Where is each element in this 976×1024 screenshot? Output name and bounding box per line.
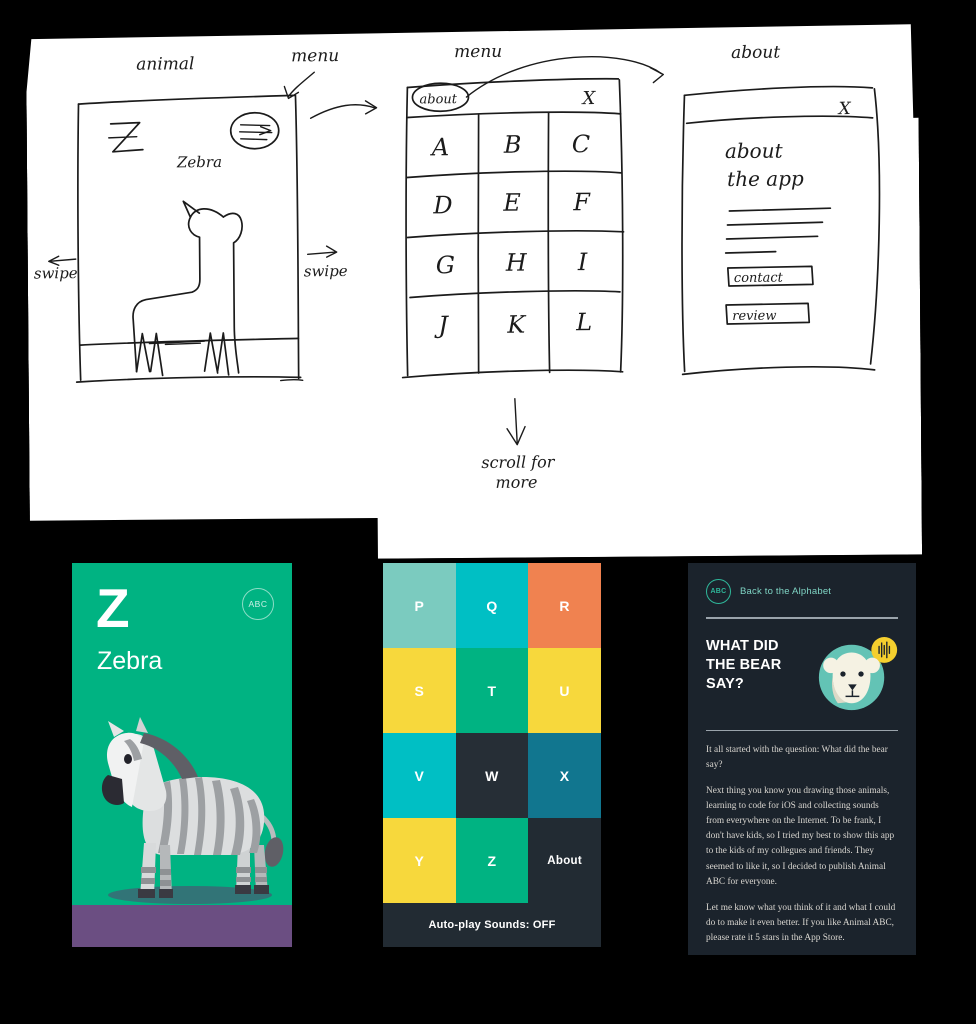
- sketch-cell-f: F: [572, 188, 591, 216]
- alphabet-tile-p[interactable]: P: [383, 563, 456, 648]
- sketch-arrow-menu-left: [288, 72, 314, 96]
- screen-about[interactable]: ABC Back to the Alphabet WHAT DID THE BE…: [688, 563, 916, 955]
- sketch-label-scroll-1: scroll for: [481, 452, 555, 472]
- sketch-close-mid: X: [580, 88, 596, 109]
- sketch-cell-j: J: [433, 311, 449, 339]
- about-paragraph: Next thing you know you drawing those an…: [706, 786, 895, 887]
- card-letter: Z: [96, 577, 130, 639]
- sketch-cell-b: B: [503, 131, 522, 159]
- sketch-frame-about: [680, 86, 881, 374]
- sketch-label-swipe-left: swipe: [34, 264, 78, 282]
- alphabet-tile-w[interactable]: W: [455, 733, 529, 818]
- sketch-arrow-scroll: [515, 399, 517, 443]
- alphabet-tile-z[interactable]: Z: [455, 818, 529, 903]
- abc-badge-icon[interactable]: ABC: [706, 579, 731, 604]
- alphabet-tile-r[interactable]: R: [528, 563, 601, 648]
- alphabet-tile-grid: P Q R S T U V W X Y Z About: [383, 563, 601, 903]
- sketch-label-swipe-right: swipe: [304, 262, 348, 280]
- alphabet-tile-x[interactable]: X: [528, 733, 601, 818]
- sketch-cell-l: L: [575, 308, 592, 336]
- sketch-button-contact: contact: [734, 271, 784, 286]
- alphabet-tile-y[interactable]: Y: [383, 818, 456, 903]
- sketch-cell-h: H: [505, 249, 528, 277]
- sketch-cell-i: I: [577, 248, 588, 276]
- alphabet-tile-v[interactable]: V: [383, 733, 456, 818]
- sketch-cell-e: E: [502, 189, 521, 217]
- sketch-drawing: animal Zebra menu swipe swipe about X A …: [26, 22, 922, 564]
- alphabet-tile-s[interactable]: S: [383, 648, 456, 733]
- sketch-frame-animal: [74, 95, 302, 382]
- zebra-illustration: [101, 717, 284, 904]
- sketch-about-title-2: the app: [727, 166, 804, 191]
- sketch-chip-about: about: [419, 92, 457, 107]
- sketch-cell-g: G: [436, 251, 455, 279]
- sketch-label-menu-mid: menu: [454, 42, 502, 62]
- about-hero: WHAT DID THE BEAR SAY?: [688, 619, 916, 717]
- sketch-cell-k: K: [506, 311, 527, 339]
- about-title: WHAT DID THE BEAR SAY?: [706, 637, 782, 692]
- abc-badge-icon[interactable]: ABC: [242, 588, 274, 620]
- sketch-flow-arrow-2: [466, 56, 661, 97]
- sketch-flow-arrow-1: [311, 105, 375, 119]
- alphabet-tile-about[interactable]: About: [528, 818, 601, 903]
- back-to-alphabet-nav[interactable]: ABC Back to the Alphabet: [688, 563, 916, 604]
- sketch-close-about: X: [836, 99, 851, 119]
- alphabet-tile-q[interactable]: Q: [455, 563, 529, 648]
- screen-animal-card[interactable]: Z Zebra ABC: [72, 563, 292, 947]
- card-animal-name: Zebra: [97, 647, 163, 675]
- sketch-label-scroll-2: more: [495, 473, 537, 492]
- autoplay-sounds-toggle[interactable]: Auto-play Sounds: OFF: [383, 903, 601, 947]
- about-body-text: It all started with the question: What d…: [688, 731, 916, 946]
- alphabet-tile-u[interactable]: U: [528, 648, 601, 733]
- about-paragraph: It all started with the question: What d…: [706, 745, 888, 771]
- sketch-cell-d: D: [432, 191, 452, 219]
- alphabet-tile-t[interactable]: T: [455, 648, 529, 733]
- sketch-about-title-1: about: [725, 139, 784, 163]
- sketch-text-zebra: Zebra: [176, 153, 222, 171]
- screen-alphabet-grid[interactable]: P Q R S T U V W X Y Z About Auto-play Sounds: OFF: [383, 563, 601, 947]
- sketch-paper: animal Zebra menu swipe swipe about X A …: [26, 22, 922, 564]
- sketch-arrowhead-swipe-right: [327, 246, 337, 257]
- sketch-cell-a: A: [430, 133, 450, 161]
- sketch-button-review: review: [732, 309, 776, 324]
- sketch-label-menu-left: menu: [291, 46, 339, 66]
- bear-illustration: [818, 636, 898, 710]
- sketch-cell-c: C: [572, 130, 591, 158]
- sketch-label-about: about: [731, 43, 780, 63]
- back-to-alphabet-label: Back to the Alphabet: [740, 586, 832, 597]
- sketch-label-animal: animal: [136, 54, 194, 74]
- about-paragraph: Let me know what you think of it and wha…: [706, 902, 896, 943]
